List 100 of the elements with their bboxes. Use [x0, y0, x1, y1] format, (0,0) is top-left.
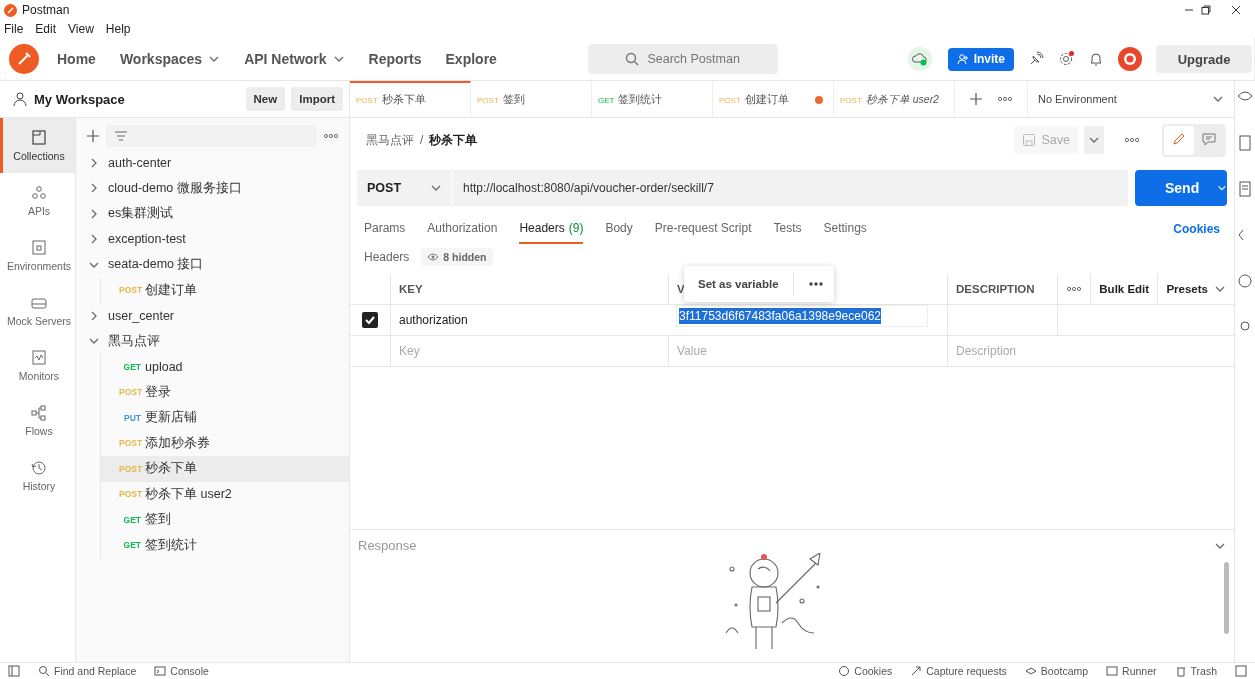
presets-dropdown[interactable]: Presets — [1157, 274, 1234, 304]
filter-field[interactable] — [106, 125, 317, 147]
satellite-icon[interactable] — [1028, 51, 1044, 67]
request-tab[interactable]: POST 秒杀下单 — [350, 81, 471, 117]
collection-name[interactable]: es集群测试 — [108, 205, 174, 223]
nav-link[interactable]: Home — [49, 51, 104, 67]
workspace-name: My Workspace — [34, 91, 126, 107]
status-bar-item[interactable]: Find and Replace — [38, 665, 137, 677]
environment-select[interactable]: No Environment — [1028, 81, 1234, 117]
table-cell: authorization — [390, 305, 668, 335]
bell-icon[interactable] — [1088, 51, 1104, 67]
postman-logo-icon[interactable] — [9, 44, 39, 74]
close-icon[interactable] — [1230, 4, 1242, 16]
bulk-edit-link[interactable]: Bulk Edit — [1090, 274, 1158, 304]
status-bar-item[interactable]: Cookies — [838, 665, 893, 677]
upgrade-button[interactable]: Upgrade — [1156, 45, 1252, 73]
request-section-tab[interactable]: Settings — [823, 214, 867, 244]
request-item[interactable]: POST 登录 — [101, 379, 349, 405]
user-icon — [12, 91, 28, 107]
collection-name[interactable]: user_center — [108, 308, 174, 323]
request-item[interactable]: GET 签到 — [101, 507, 349, 533]
search-icon — [38, 665, 50, 677]
cookies-link[interactable]: Cookies — [1173, 214, 1220, 244]
hidden-headers-toggle[interactable]: 8 hidden — [421, 248, 493, 266]
send-button[interactable]: Send — [1135, 170, 1227, 206]
breadcrumb-separator: / — [420, 133, 424, 147]
sidebar-tab[interactable]: History — [0, 448, 75, 503]
request-section-tab[interactable]: Params — [364, 214, 406, 244]
workspace-button[interactable]: New — [245, 87, 286, 111]
nav-link[interactable]: Workspaces — [111, 51, 229, 67]
menu-item[interactable]: Help — [105, 22, 131, 36]
nav-link[interactable]: Explore — [437, 51, 505, 67]
workspace-button[interactable]: Import — [291, 87, 343, 111]
url-field[interactable]: http://localhost:8080/api/voucher-order/seckill/7 — [453, 170, 1128, 206]
response-title: Response — [358, 538, 417, 553]
console-icon — [154, 665, 167, 677]
cloud-sync-icon[interactable] — [907, 47, 932, 71]
column-header: KEY — [390, 274, 668, 304]
request-tab[interactable]: POST 签到 — [471, 81, 592, 117]
column-header: DESCRIPTION — [947, 274, 1057, 304]
sidebar-tab[interactable]: APIs — [0, 173, 75, 228]
status-bar-item[interactable]: Capture requests — [910, 665, 1007, 677]
search-icon — [625, 52, 640, 66]
sidebar-tab[interactable]: Environments — [0, 228, 75, 283]
request-tab[interactable]: GET 签到统计 — [592, 81, 713, 117]
scrollbar[interactable] — [1224, 562, 1229, 634]
filter-icon — [114, 130, 128, 142]
search-field[interactable]: Search Postman — [587, 44, 778, 74]
plus-icon[interactable] — [86, 129, 100, 143]
set-variable-option[interactable]: Set as variable — [698, 278, 779, 290]
history-icon — [30, 459, 48, 477]
plus-icon[interactable] — [969, 92, 983, 106]
collections-icon — [30, 129, 48, 147]
apis-icon — [30, 184, 48, 202]
request-tab[interactable]: POST 秒杀下单 user2 — [834, 81, 955, 117]
request-tab[interactable]: POST 创建订单 — [713, 81, 834, 117]
request-item[interactable]: GET upload — [101, 354, 349, 380]
save-icon — [1021, 133, 1036, 147]
request-item[interactable]: GET 签到统计 — [101, 532, 349, 558]
collection-name[interactable]: 黑马点评 — [108, 332, 160, 350]
request-item[interactable]: POST 创建订单 — [101, 277, 349, 303]
request-section-tab[interactable]: Body — [605, 214, 633, 244]
breadcrumb-link[interactable]: 黑马点评 — [366, 131, 414, 149]
status-bar-item[interactable]: Runner — [1106, 665, 1157, 677]
trash-icon — [1174, 665, 1187, 677]
avatar-icon[interactable] — [1118, 47, 1142, 71]
request-item[interactable]: POST 添加秒杀券 — [101, 430, 349, 456]
method-select[interactable]: POST — [357, 170, 453, 206]
status-bar-item[interactable]: Console — [154, 665, 209, 677]
sidebar-tab[interactable]: Mock Servers — [0, 283, 75, 338]
restore-icon[interactable] — [1200, 4, 1212, 16]
settings-icon[interactable] — [1058, 51, 1074, 67]
collection-name[interactable]: cloud-demo 微服务接口 — [108, 179, 242, 197]
menu-item[interactable]: Edit — [35, 22, 57, 36]
menu-item[interactable]: File — [4, 22, 24, 36]
request-section-tab[interactable]: Authorization — [427, 214, 498, 244]
request-section-tab[interactable]: Tests — [773, 214, 802, 244]
menu-item[interactable]: View — [68, 22, 94, 36]
nav-link[interactable]: Reports — [360, 51, 430, 67]
request-section-tab[interactable]: Pre-request Script — [654, 214, 752, 244]
sidebar-tab[interactable]: Collections — [0, 118, 75, 173]
status-bar-item[interactable]: Bootcamp — [1024, 665, 1089, 677]
request-item[interactable]: POST 秒杀下单 user2 — [101, 481, 349, 507]
invite-button[interactable]: Invite — [947, 47, 1014, 71]
status-bar-item[interactable]: Trash — [1174, 665, 1217, 677]
environments-icon — [30, 239, 48, 257]
collection-name[interactable]: seata-demo 接口 — [108, 256, 204, 274]
request-item[interactable]: POST 秒杀下单 — [101, 456, 349, 482]
checked-checkbox[interactable] — [362, 312, 378, 328]
sidebar-tab[interactable]: Flows — [0, 393, 75, 448]
collection-name[interactable]: auth-center — [108, 155, 172, 170]
comment-icon[interactable] — [1201, 130, 1217, 147]
request-section-tab[interactable]: Headers (9) — [519, 214, 584, 244]
request-item[interactable]: PUT 更新店铺 — [101, 405, 349, 431]
nav-link[interactable]: API Network — [236, 51, 353, 67]
postman-logo-icon — [4, 3, 17, 17]
sidebar-tab[interactable]: Monitors — [0, 338, 75, 393]
collection-name[interactable]: exception-test — [108, 232, 186, 247]
sidebar-toggle-icon[interactable] — [8, 665, 20, 677]
window-title: Postman — [22, 3, 70, 17]
